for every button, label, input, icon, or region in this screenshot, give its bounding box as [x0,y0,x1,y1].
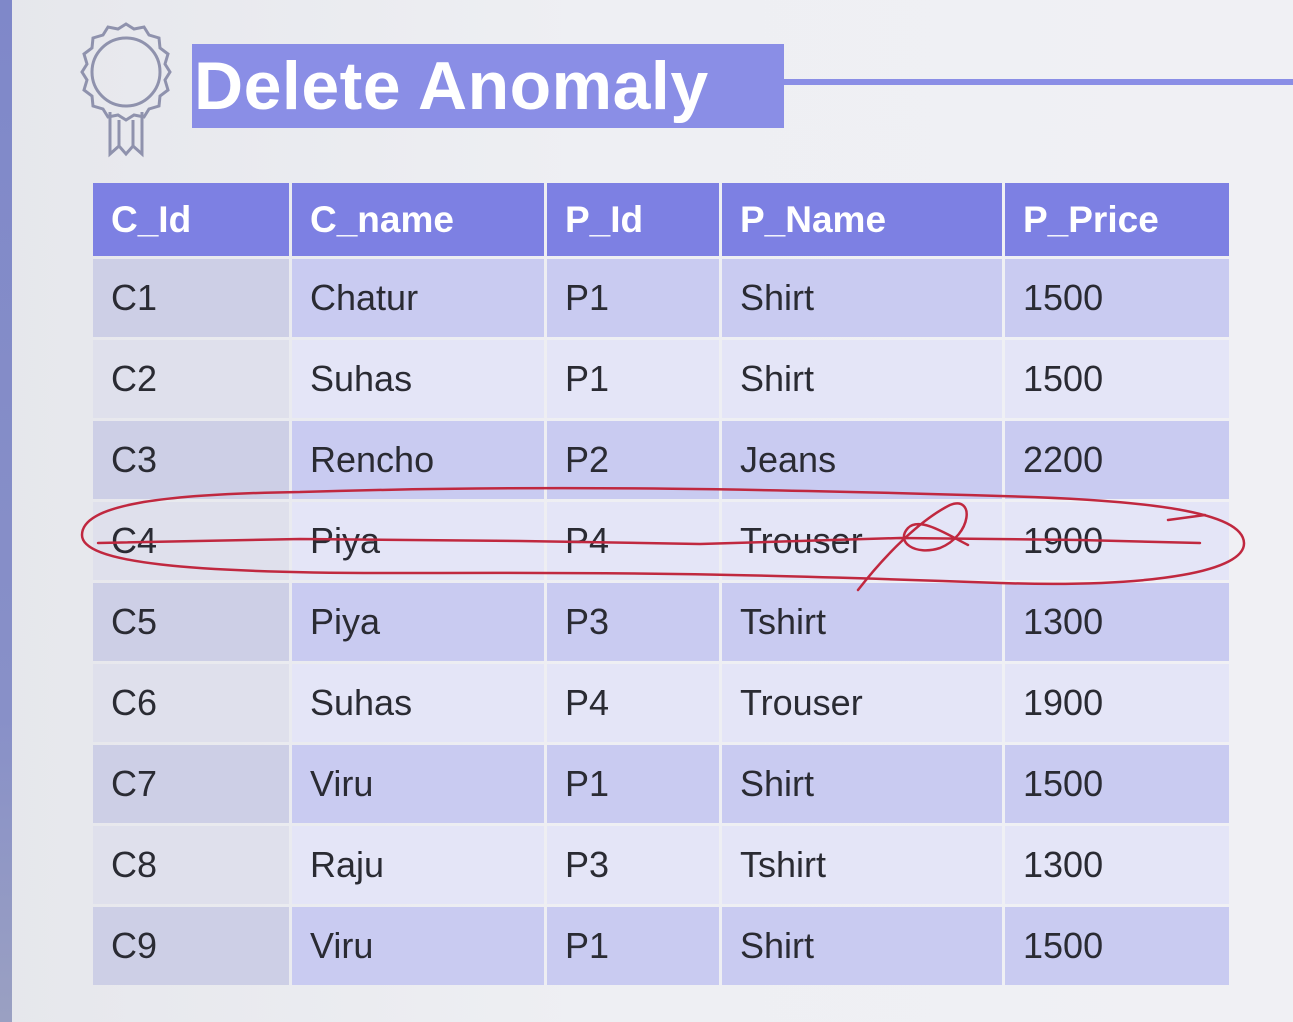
table-cell: Tshirt [722,826,1002,904]
column-header: P_Name [722,183,1002,256]
award-ribbon-icon [80,22,172,158]
table-cell: Piya [292,502,544,580]
table-cell: 1300 [1005,826,1229,904]
table-cell: P1 [547,907,719,985]
table-cell: C8 [93,826,289,904]
table-row: C5 Piya P3 Tshirt 1300 [93,583,1229,661]
table-cell: P3 [547,583,719,661]
relation-table: C_Id C_name P_Id P_Name P_Price C1 Chatu… [90,180,1232,988]
table-cell: P2 [547,421,719,499]
table-cell: 1500 [1005,745,1229,823]
table-row: C7 Viru P1 Shirt 1500 [93,745,1229,823]
column-header: C_name [292,183,544,256]
table-cell: P1 [547,745,719,823]
table-cell: C6 [93,664,289,742]
table-cell: P1 [547,340,719,418]
table-row: C6 Suhas P4 Trouser 1900 [93,664,1229,742]
table-cell: 1900 [1005,664,1229,742]
table-row: C3 Rencho P2 Jeans 2200 [93,421,1229,499]
title-rule [784,79,1293,85]
table-cell: Shirt [722,259,1002,337]
table-row-struck: C4 Piya P4 Trouser 1900 [93,502,1229,580]
table-cell: Chatur [292,259,544,337]
table-cell: C4 [93,502,289,580]
table-cell: P4 [547,664,719,742]
table-cell: Suhas [292,340,544,418]
table-cell: Trouser [722,664,1002,742]
table-cell: C9 [93,907,289,985]
table-cell: Shirt [722,340,1002,418]
table-cell: 1900 [1005,502,1229,580]
table-row: C2 Suhas P1 Shirt 1500 [93,340,1229,418]
table-cell: C1 [93,259,289,337]
table-cell: C2 [93,340,289,418]
table-cell: 2200 [1005,421,1229,499]
column-header: C_Id [93,183,289,256]
table-cell: Jeans [722,421,1002,499]
table-row: C8 Raju P3 Tshirt 1300 [93,826,1229,904]
table-cell: Trouser [722,502,1002,580]
table-cell: P4 [547,502,719,580]
table-cell: P3 [547,826,719,904]
table-cell: C5 [93,583,289,661]
slide-title: Delete Anomaly [192,44,784,128]
table-cell: Shirt [722,907,1002,985]
table-cell: Suhas [292,664,544,742]
table-cell: Viru [292,745,544,823]
table-cell: C7 [93,745,289,823]
table-cell: Shirt [722,745,1002,823]
table-cell: Piya [292,583,544,661]
table-cell: Raju [292,826,544,904]
table-row: C1 Chatur P1 Shirt 1500 [93,259,1229,337]
table-cell: 1500 [1005,340,1229,418]
table-cell: 1300 [1005,583,1229,661]
table-cell: Rencho [292,421,544,499]
table-cell: P1 [547,259,719,337]
table-cell: Viru [292,907,544,985]
column-header: P_Price [1005,183,1229,256]
table-row: C9 Viru P1 Shirt 1500 [93,907,1229,985]
table-cell: C3 [93,421,289,499]
column-header: P_Id [547,183,719,256]
table-cell: 1500 [1005,907,1229,985]
table-header-row: C_Id C_name P_Id P_Name P_Price [93,183,1229,256]
slide-left-edge [0,0,12,1022]
table-cell: Tshirt [722,583,1002,661]
table-cell: 1500 [1005,259,1229,337]
